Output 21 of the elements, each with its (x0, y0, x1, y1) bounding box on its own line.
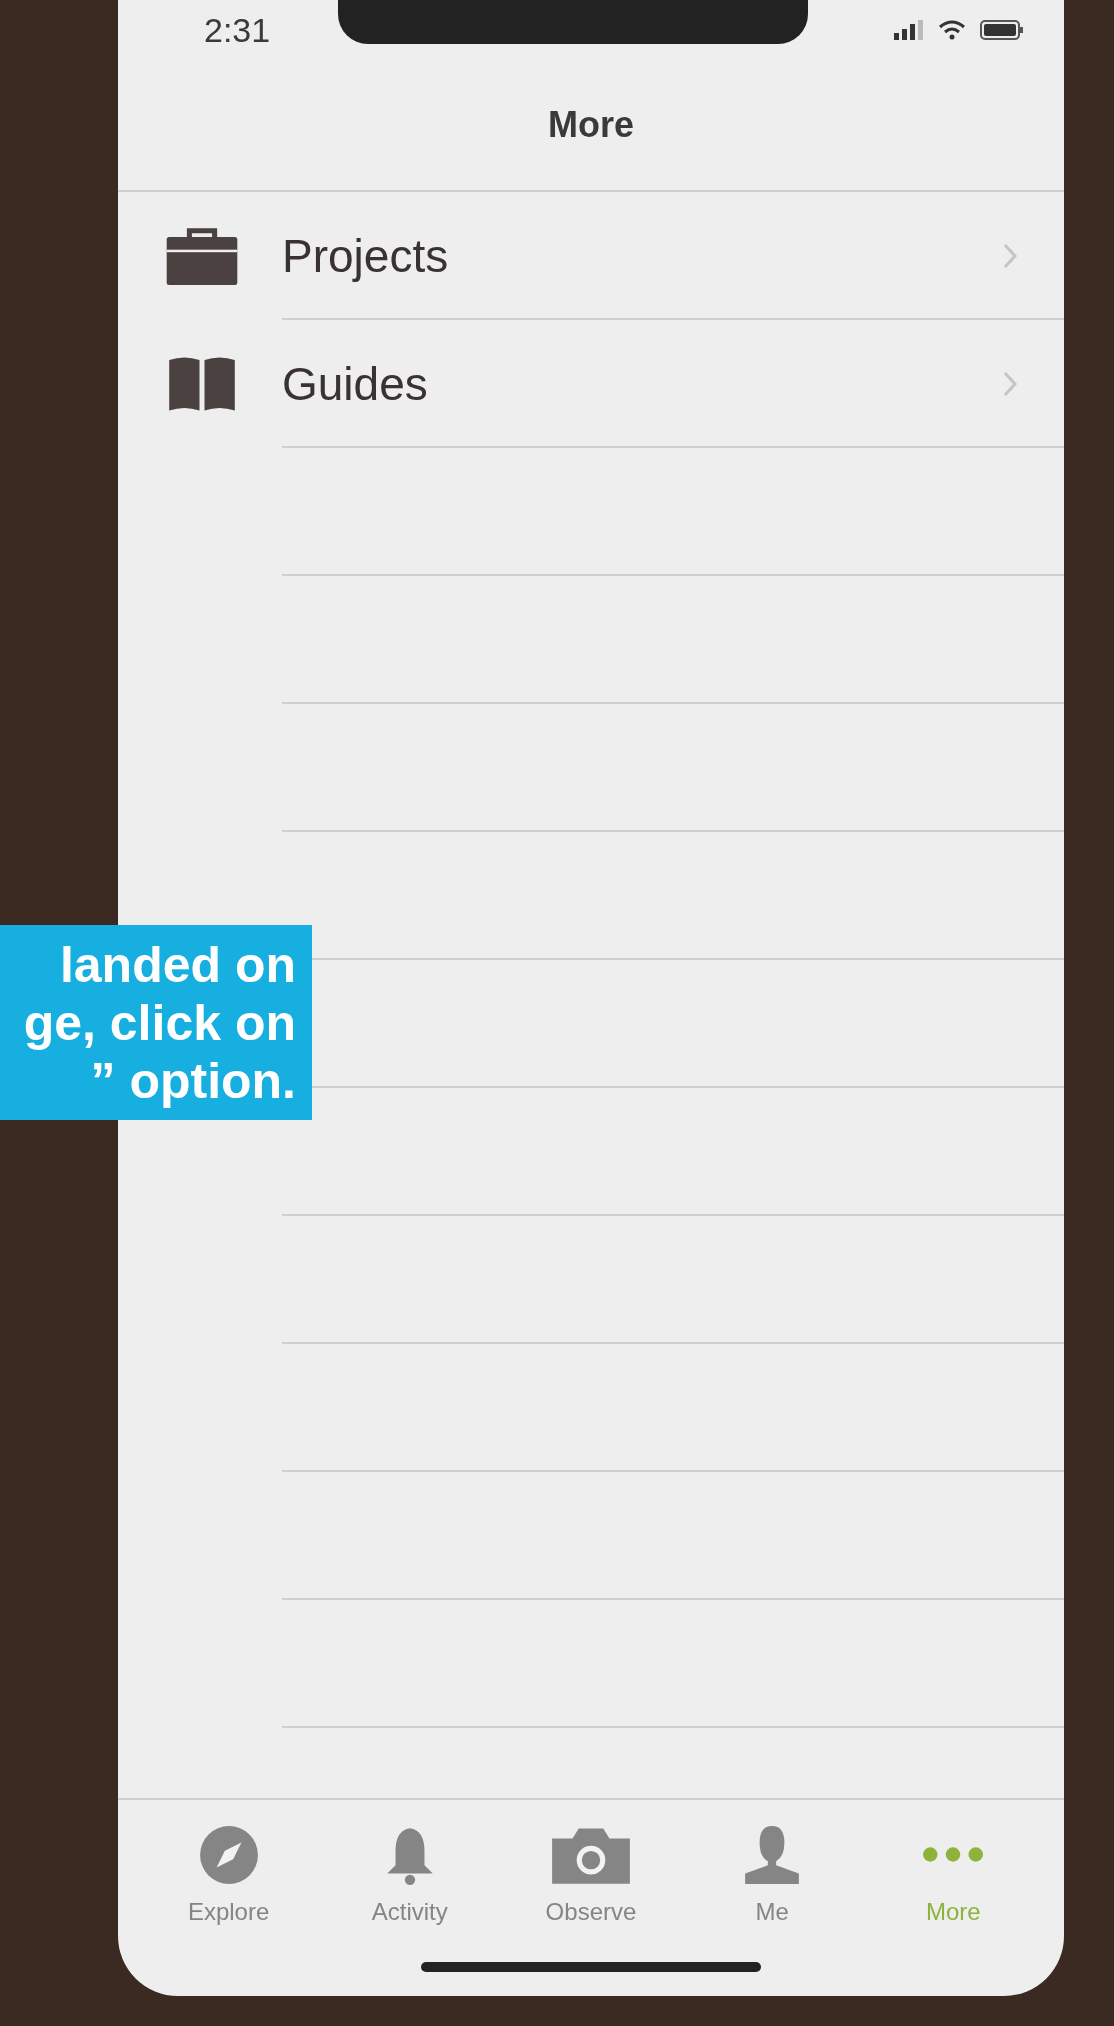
chevron-icon (1002, 370, 1018, 398)
compass-icon (197, 1824, 260, 1886)
menu-item[interactable]: Projects (118, 192, 1064, 320)
menu-item[interactable]: Guides (118, 320, 1064, 448)
status-time: 2:31 (204, 10, 271, 50)
nav-title: More (548, 104, 634, 146)
tab[interactable]: Me (692, 1824, 853, 1926)
tab[interactable]: Observe (510, 1824, 671, 1926)
tab[interactable]: Explore (148, 1824, 309, 1926)
caption-text: ” option. (90, 1051, 296, 1110)
caption-text: landed on (59, 935, 296, 994)
signal-icon (894, 20, 924, 40)
chevron-icon (1002, 242, 1018, 270)
wifi-icon (938, 20, 966, 40)
tab[interactable]: More (873, 1824, 1034, 1926)
tab[interactable]: Activity (329, 1824, 490, 1926)
battery-icon (980, 20, 1024, 40)
dots-icon (922, 1846, 985, 1863)
caption-text: ge, click on (23, 993, 296, 1052)
briefcase-icon (166, 227, 238, 285)
book-icon (166, 355, 238, 413)
